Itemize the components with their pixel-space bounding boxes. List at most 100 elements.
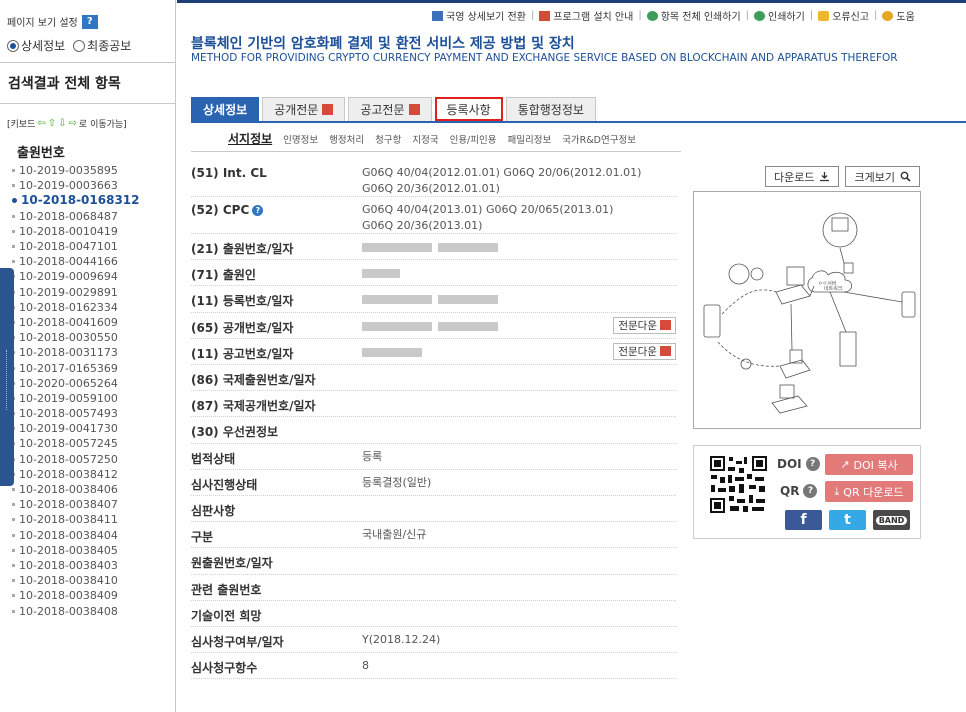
help-icon	[882, 10, 894, 21]
top-link[interactable]: 인쇄하기	[754, 8, 805, 23]
info-label: (11) 등록번호/일자	[191, 286, 362, 309]
help-icon[interactable]: ?	[803, 484, 818, 498]
info-label: 원출원번호/일자	[191, 548, 362, 571]
help-icon[interactable]: ?	[805, 457, 820, 471]
application-number-item[interactable]: 10-2020-0065264	[12, 376, 140, 391]
top-link[interactable]: 항목 전체 인쇄하기	[646, 8, 741, 23]
application-number-item[interactable]: 10-2017-0165369	[12, 360, 140, 375]
bullet-icon	[12, 579, 15, 583]
divider: |	[638, 10, 642, 21]
application-number-item[interactable]: 10-2019-0029891	[12, 285, 140, 300]
application-number-item[interactable]: 10-2019-0059100	[12, 391, 140, 406]
subtab-item[interactable]: 패밀리정보	[507, 132, 551, 146]
info-label-text: 기술이전 희망	[191, 608, 262, 623]
info-value	[362, 286, 504, 309]
tab-4[interactable]: 통합행정정보	[505, 97, 596, 121]
application-number-item[interactable]: 10-2018-0057245	[12, 436, 140, 451]
application-number-item[interactable]: 10-2018-0038411	[12, 512, 140, 527]
download-button[interactable]: 다운로드	[765, 166, 840, 187]
twitter-share-button[interactable]: t	[829, 510, 866, 530]
band-share-button[interactable]: BAND	[873, 510, 910, 530]
top-link-label: 프로그램 설치 안내	[553, 12, 634, 23]
bullet-icon	[12, 594, 15, 598]
top-link[interactable]: 프로그램 설치 안내	[539, 8, 633, 23]
info-row: (21) 출원번호/일자	[191, 234, 676, 261]
info-label: (87) 국제공개번호/일자	[191, 391, 362, 414]
radio-detail[interactable]: 상세정보	[7, 37, 65, 54]
tab-1[interactable]: 공개전문	[262, 97, 346, 121]
top-link-label: 인쇄하기	[768, 12, 805, 23]
tab-2[interactable]: 공고전문	[348, 97, 432, 121]
bullet-icon	[12, 503, 15, 507]
tab-label: 통합행정정보	[517, 103, 584, 117]
subtab-item[interactable]: 청구항	[375, 132, 401, 146]
top-link[interactable]: 도움	[882, 8, 915, 23]
application-number-item[interactable]: 10-2019-0035895	[12, 163, 140, 178]
application-number-item[interactable]: 10-2018-0031173	[12, 345, 140, 360]
drawing-cloud-label: 네트워크	[824, 285, 843, 292]
application-number-item[interactable]: 10-2018-0068487	[12, 209, 140, 224]
subtab-item[interactable]: 지정국	[412, 132, 438, 146]
application-number-item[interactable]: 10-2018-0162334	[12, 300, 140, 315]
tab-0[interactable]: 상세정보	[191, 97, 260, 121]
application-number-item[interactable]: 10-2018-0010419	[12, 224, 140, 239]
application-number-item[interactable]: 10-2018-0038409	[12, 588, 140, 603]
application-number-item[interactable]: 10-2018-0041609	[12, 315, 140, 330]
subtab-item[interactable]: 인명정보	[283, 132, 318, 146]
facebook-share-button[interactable]: f	[785, 510, 822, 530]
application-number-item[interactable]: 10-2019-0003663	[12, 178, 140, 193]
application-number-item[interactable]: 10-2018-0044166	[12, 254, 140, 269]
application-number-item[interactable]: 10-2019-0041730	[12, 421, 140, 436]
application-number-text: 10-2018-0057245	[19, 437, 118, 451]
application-number-item[interactable]: 10-2018-0038412	[12, 467, 140, 482]
info-label: (65) 공개번호/일자	[191, 313, 362, 336]
application-number-item[interactable]: 10-2018-0038407	[12, 497, 140, 512]
application-number-item[interactable]: 10-2018-0038410	[12, 573, 140, 588]
divider	[0, 103, 176, 104]
subtab-item[interactable]: 서지정보	[228, 130, 272, 147]
radio-unselected-icon[interactable]	[73, 39, 86, 52]
full-text-download-label: 전문다운	[618, 319, 657, 332]
doi-label: DOI	[777, 457, 802, 471]
application-number-item[interactable]: 10-2018-0047101	[12, 239, 140, 254]
application-number-item[interactable]: 10-2018-0030550	[12, 330, 140, 345]
zoom-button[interactable]: 크게보기	[845, 166, 920, 187]
help-icon[interactable]: ?	[252, 204, 264, 216]
info-label-text: 심판사항	[191, 504, 236, 518]
help-icon[interactable]: ?	[81, 14, 98, 29]
tab-3[interactable]: 등록사항	[434, 97, 503, 121]
application-number-text: 10-2018-0038412	[19, 467, 118, 481]
full-text-download-button[interactable]: 전문다운	[613, 316, 676, 334]
application-number-item[interactable]: 10-2018-0057493	[12, 406, 140, 421]
application-number-item[interactable]: 10-2018-0038403	[12, 558, 140, 573]
application-number-item[interactable]: 10-2018-0038404	[12, 528, 140, 543]
top-link[interactable]: 오류신고	[818, 8, 869, 23]
main-tabs: 상세정보 공개전문 공고전문 등록사항 통합행정정보	[191, 97, 966, 123]
doi-copy-button[interactable]: ↗ DOI 복사	[825, 454, 913, 475]
left-panel: 페이지 보기 설정 ? 상세정보 최종공보 검색결과 전체 항목 [키보드 ⇦ …	[0, 0, 176, 712]
side-collapse-tab[interactable]	[0, 268, 14, 486]
radio-final[interactable]: 최종공보	[73, 37, 131, 54]
info-value: 8	[362, 659, 369, 673]
representative-drawing[interactable]: ㅇㅇ서버 네트워크	[693, 191, 921, 429]
top-link[interactable]: 국영 상세보기 전환	[432, 8, 526, 23]
application-number-text: 10-2018-0038404	[19, 528, 118, 542]
view-setting-label: 페이지 보기 설정	[7, 18, 78, 29]
application-number-item[interactable]: 10-2019-0009694	[12, 269, 140, 284]
application-number-item[interactable]: 10-2018-0168312	[12, 193, 140, 208]
info-label-text: 구분	[191, 530, 214, 545]
application-number-item[interactable]: 10-2018-0038408	[12, 603, 140, 618]
application-number-item[interactable]: 10-2018-0057250	[12, 452, 140, 467]
drawing-buttons: 다운로드 크게보기	[765, 166, 920, 187]
top-link-label: 국영 상세보기 전환	[446, 12, 526, 23]
info-value	[362, 260, 406, 283]
subtab-item[interactable]: 인용/피인용	[450, 132, 497, 146]
radio-selected-icon[interactable]	[7, 39, 19, 52]
radio-final-label: 최종공보	[87, 39, 132, 53]
subtab-item[interactable]: 국가R&D연구정보	[562, 132, 636, 146]
qr-download-button[interactable]: ⤓ QR 다운로드	[825, 481, 913, 502]
full-text-download-button[interactable]: 전문다운	[613, 342, 676, 360]
application-number-item[interactable]: 10-2018-0038406	[12, 482, 140, 497]
subtab-item[interactable]: 행정처리	[329, 132, 364, 146]
application-number-item[interactable]: 10-2018-0038405	[12, 543, 140, 558]
